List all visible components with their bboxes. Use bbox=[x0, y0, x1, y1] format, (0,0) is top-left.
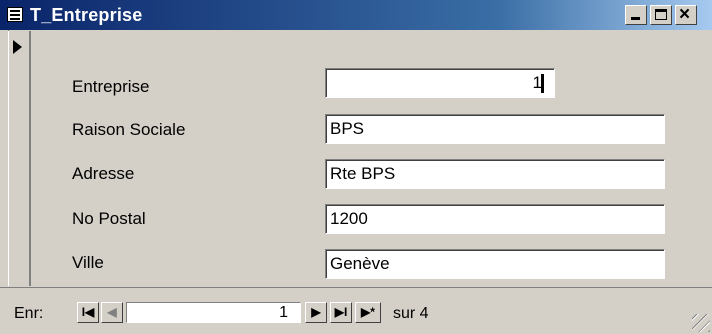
first-record-button[interactable]: I◀ bbox=[77, 302, 99, 323]
minimize-button[interactable] bbox=[625, 5, 647, 25]
record-selector-arrow-icon bbox=[13, 40, 22, 54]
record-label: Enr: bbox=[14, 305, 44, 322]
entreprise-field[interactable]: 1 bbox=[325, 68, 555, 98]
size-grip-icon[interactable] bbox=[692, 314, 710, 332]
access-form-window: T_Entreprise × Entreprise 1 Raison Socia… bbox=[0, 0, 712, 334]
title-bar[interactable]: T_Entreprise × bbox=[0, 0, 712, 30]
no-postal-field[interactable]: 1200 bbox=[325, 204, 665, 234]
record-total: sur 4 bbox=[393, 305, 429, 322]
ville-field[interactable]: Genève bbox=[325, 249, 665, 279]
record-navigation-bar: Enr: I◀ ◀ 1 ▶ ▶I ▶* sur 4 bbox=[0, 287, 712, 334]
window-title: T_Entreprise bbox=[30, 5, 143, 25]
next-record-button[interactable]: ▶ bbox=[305, 302, 327, 323]
new-record-button[interactable]: ▶* bbox=[355, 302, 381, 323]
maximize-button[interactable] bbox=[650, 5, 672, 25]
label-no-postal: No Postal bbox=[72, 209, 146, 228]
last-record-button[interactable]: ▶I bbox=[330, 302, 352, 323]
raison-sociale-field[interactable]: BPS bbox=[325, 114, 665, 144]
current-record-input[interactable]: 1 bbox=[126, 302, 301, 323]
adresse-field[interactable]: Rte BPS bbox=[325, 159, 665, 189]
label-adresse: Adresse bbox=[72, 164, 135, 183]
label-raison-sociale: Raison Sociale bbox=[72, 120, 186, 139]
text-caret bbox=[541, 74, 544, 93]
label-ville: Ville bbox=[72, 253, 104, 272]
close-button[interactable]: × bbox=[675, 5, 697, 25]
close-icon: × bbox=[679, 4, 691, 25]
form-icon[interactable] bbox=[7, 7, 23, 22]
previous-record-button[interactable]: ◀ bbox=[101, 302, 123, 323]
record-selector[interactable] bbox=[8, 31, 31, 286]
label-entreprise: Entreprise bbox=[72, 77, 150, 96]
